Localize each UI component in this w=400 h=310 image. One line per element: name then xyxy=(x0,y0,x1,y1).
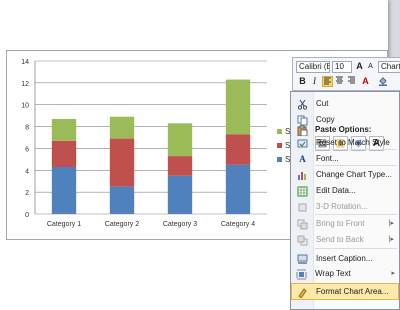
bar-segment[interactable] xyxy=(109,186,135,214)
menu-item-label: 3-D Rotation... xyxy=(316,202,368,211)
align-right-icon xyxy=(348,76,355,84)
x-tick-label: Category 2 xyxy=(105,221,139,228)
align-left-button[interactable] xyxy=(322,76,333,87)
bar-segment[interactable] xyxy=(225,79,251,135)
font-color-button[interactable]: A xyxy=(360,76,371,87)
align-center-button[interactable] xyxy=(334,76,345,87)
x-tick-label: Category 3 xyxy=(163,221,197,228)
bar-segment[interactable] xyxy=(225,134,251,165)
bar-segment[interactable] xyxy=(109,138,135,187)
mini-toolbar: Calibri (E 10 A A Chart B I A xyxy=(292,57,400,91)
edit-data-icon xyxy=(297,186,308,197)
x-tick-label: Category 4 xyxy=(221,221,255,228)
submenu-arrow-icon: |▸ xyxy=(388,220,394,227)
x-tick-label: Category 1 xyxy=(47,221,81,228)
caption-icon xyxy=(297,254,308,265)
submenu-arrow-icon: ▸ xyxy=(391,270,395,277)
y-tick-label: 2 xyxy=(25,190,29,197)
bar-segment[interactable] xyxy=(51,167,77,214)
y-tick-label: 14 xyxy=(21,59,29,66)
menu-item-label: Send to Back xyxy=(316,235,364,244)
menu-separator xyxy=(315,165,397,166)
y-tick-label: 4 xyxy=(25,168,29,175)
bar-segment[interactable] xyxy=(225,164,251,214)
legend-swatch xyxy=(277,129,282,135)
font-icon: A xyxy=(299,154,306,164)
fill-color-icon xyxy=(378,77,387,86)
italic-button[interactable]: I xyxy=(309,76,320,87)
menu-item-send-to-back[interactable]: Send to Back |▸ xyxy=(292,232,398,249)
bar-segment[interactable] xyxy=(51,140,77,168)
bring-front-icon xyxy=(297,219,308,230)
y-tick-label: 8 xyxy=(25,125,29,132)
legend-swatch xyxy=(277,143,282,149)
menu-item-label: Format Chart Area... xyxy=(316,287,389,296)
menu-item-label: Cut xyxy=(316,99,329,108)
grow-font-button[interactable]: A xyxy=(354,61,365,72)
menu-item-label: Bring to Front xyxy=(316,219,365,228)
align-center-icon xyxy=(336,76,343,84)
rotation-icon xyxy=(297,202,308,213)
chart-elements-field[interactable]: Chart xyxy=(378,61,400,73)
bar-segment[interactable] xyxy=(109,116,135,139)
align-right-button[interactable] xyxy=(346,76,357,87)
y-tick-label: 6 xyxy=(25,146,29,153)
menu-separator xyxy=(315,149,397,150)
menu-item-label: Edit Data... xyxy=(316,186,356,195)
menu-item-label: Wrap Text xyxy=(315,269,351,278)
menu-separator xyxy=(315,248,397,249)
bar-segment[interactable] xyxy=(167,123,193,157)
legend-swatch xyxy=(277,157,282,163)
font-name-field[interactable]: Calibri (E xyxy=(296,61,330,73)
menu-item-label: Change Chart Type... xyxy=(316,170,392,179)
menu-item-label: Reset to Match Style xyxy=(316,138,390,147)
submenu-arrow-icon: |▸ xyxy=(388,236,394,243)
reset-style-icon xyxy=(297,138,308,149)
font-size-field[interactable]: 10 xyxy=(332,61,352,73)
bar-segment[interactable] xyxy=(51,118,77,141)
menu-item-format-chart-area[interactable]: Format Chart Area... xyxy=(291,283,399,300)
menu-item-wrap-text[interactable]: Wrap Text ▸ xyxy=(291,266,399,283)
menu-item-edit-data[interactable]: Edit Data... xyxy=(292,183,398,200)
y-tick-label: 10 xyxy=(21,103,29,110)
fill-color-button[interactable] xyxy=(377,76,388,87)
paste-options-heading: Paste Options: xyxy=(315,125,372,134)
wrap-text-icon xyxy=(296,269,307,280)
menu-item-label: Insert Caption... xyxy=(316,254,373,263)
bold-button[interactable]: B xyxy=(297,76,308,87)
chart-type-icon xyxy=(297,170,308,181)
menu-separator xyxy=(315,214,397,215)
menu-item-change-chart-type[interactable]: Change Chart Type... xyxy=(292,167,398,184)
menu-item-label: Font... xyxy=(316,154,339,163)
menu-item-bring-to-front[interactable]: Bring to Front |▸ xyxy=(292,216,398,233)
format-area-icon xyxy=(297,287,308,299)
send-back-icon xyxy=(297,235,308,246)
y-tick-label: 0 xyxy=(25,212,29,219)
y-tick-label: 12 xyxy=(21,81,29,88)
cut-icon xyxy=(297,99,308,110)
bar-segment[interactable] xyxy=(167,175,193,214)
align-left-icon xyxy=(324,77,331,85)
menu-item-label: Copy xyxy=(316,115,335,124)
bar-segment[interactable] xyxy=(167,156,193,176)
shrink-font-button[interactable]: A xyxy=(365,61,376,72)
menu-item-cut[interactable]: Cut xyxy=(292,96,398,113)
